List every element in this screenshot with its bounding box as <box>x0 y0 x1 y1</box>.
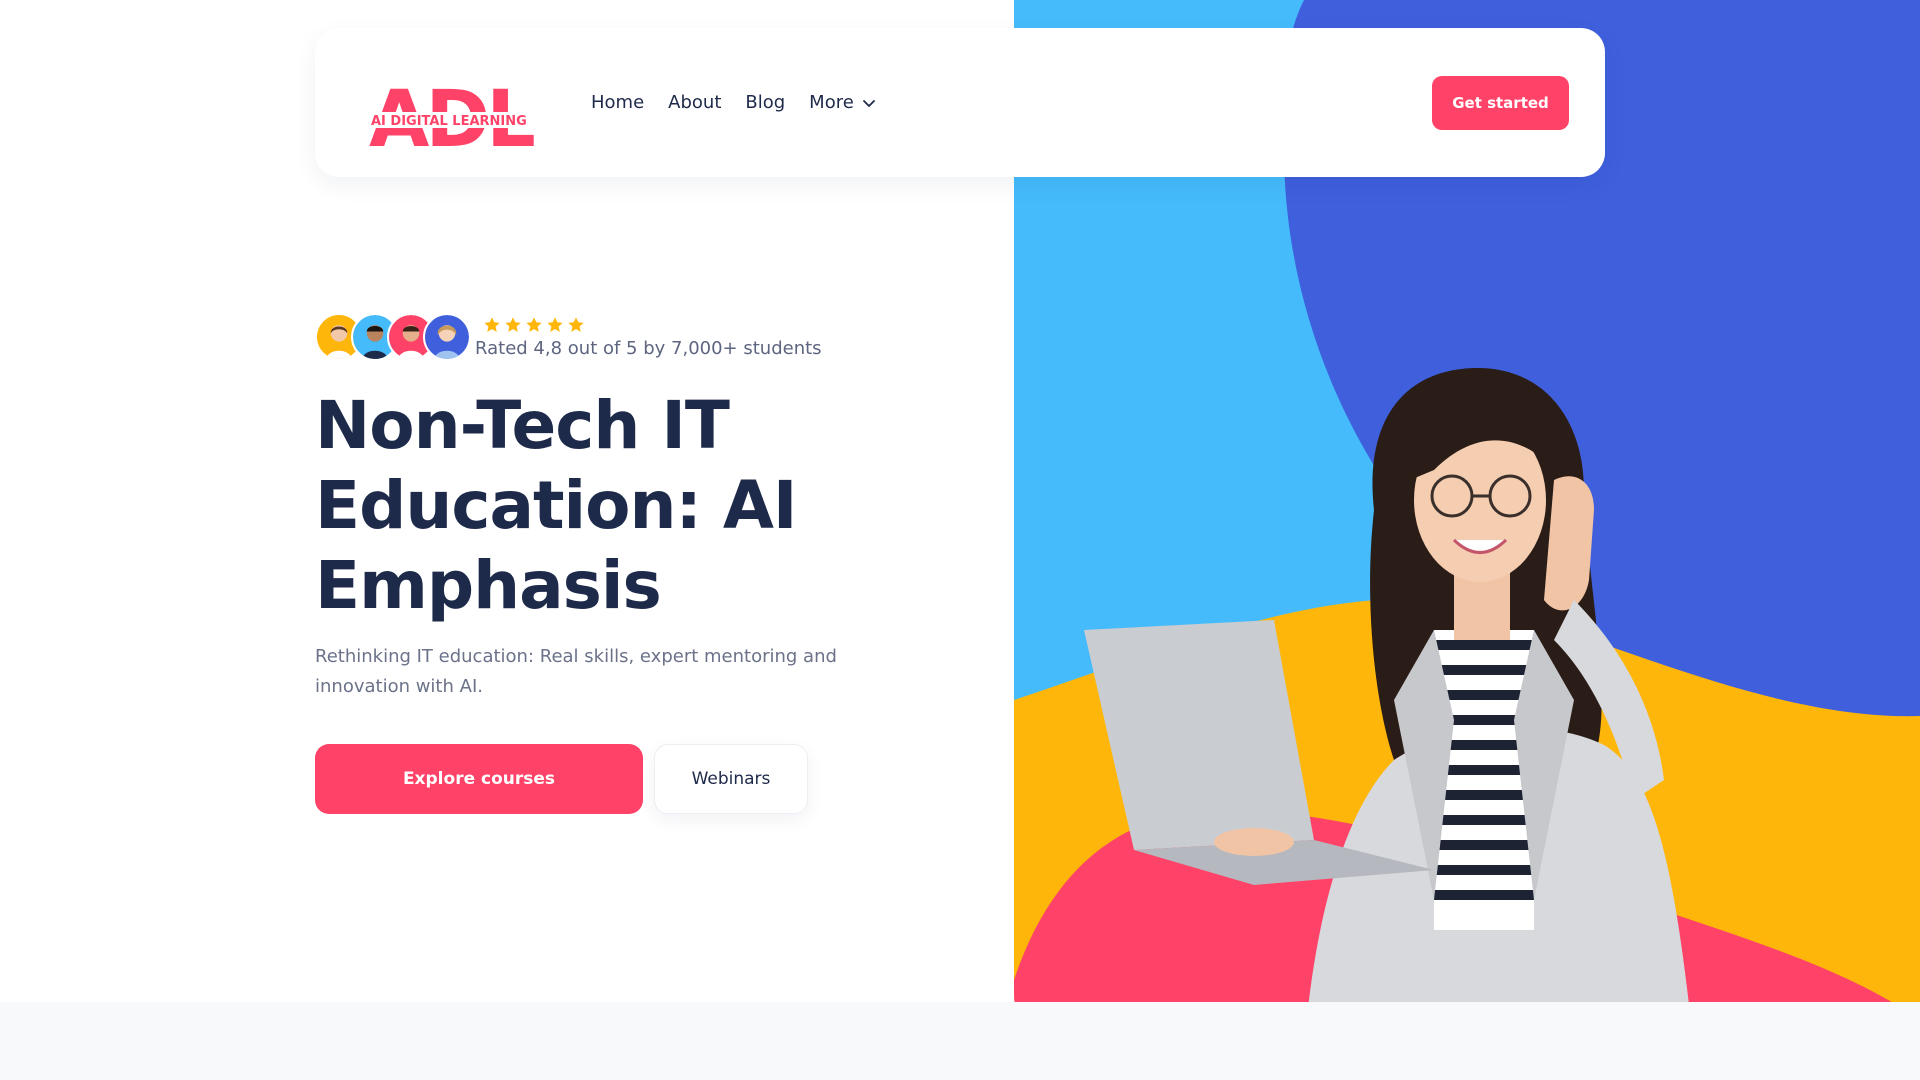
nav-home[interactable]: Home <box>591 92 644 113</box>
nav-more-dropdown[interactable]: More <box>809 92 876 113</box>
student-avatars <box>315 313 475 361</box>
top-navbar: ADL AI DIGITAL LEARNING Home About Blog … <box>315 28 1605 177</box>
star-icon <box>526 316 542 332</box>
headline-line: Emphasis <box>315 547 662 624</box>
chevron-down-icon <box>862 99 875 107</box>
headline-line: Non-Tech IT <box>315 387 730 464</box>
star-icon <box>505 316 521 332</box>
hero-headline: Non-Tech IT Education: AI Emphasis <box>315 386 875 626</box>
star-icon <box>547 316 563 332</box>
headline-line: Education: AI <box>315 467 797 544</box>
rating-row: Rated 4,8 out of 5 by 7,000+ students <box>315 312 822 362</box>
webinars-button[interactable]: Webinars <box>654 744 808 814</box>
hero-subtext: Rethinking IT education: Real skills, ex… <box>315 646 837 697</box>
get-started-button[interactable]: Get started <box>1432 76 1569 130</box>
svg-text:ADL: ADL <box>369 75 534 148</box>
avatar <box>423 313 471 361</box>
nav-more-label: More <box>809 92 854 113</box>
nav-about[interactable]: About <box>668 92 721 113</box>
star-icon <box>568 316 584 332</box>
rating-text: Rated 4,8 out of 5 by 7,000+ students <box>475 337 822 359</box>
explore-courses-button[interactable]: Explore courses <box>315 744 643 814</box>
section-divider-strip <box>0 1002 1920 1080</box>
nav-links: Home About Blog More <box>591 28 876 177</box>
adl-logo-mark: ADL AI DIGITAL LEARNING <box>369 75 538 165</box>
adl-logo[interactable]: ADL AI DIGITAL LEARNING <box>367 58 538 165</box>
star-icon <box>484 316 500 332</box>
rating-info: Rated 4,8 out of 5 by 7,000+ students <box>475 316 822 359</box>
svg-text:AI DIGITAL LEARNING: AI DIGITAL LEARNING <box>371 114 527 129</box>
nav-blog[interactable]: Blog <box>745 92 785 113</box>
rating-stars <box>483 316 822 334</box>
